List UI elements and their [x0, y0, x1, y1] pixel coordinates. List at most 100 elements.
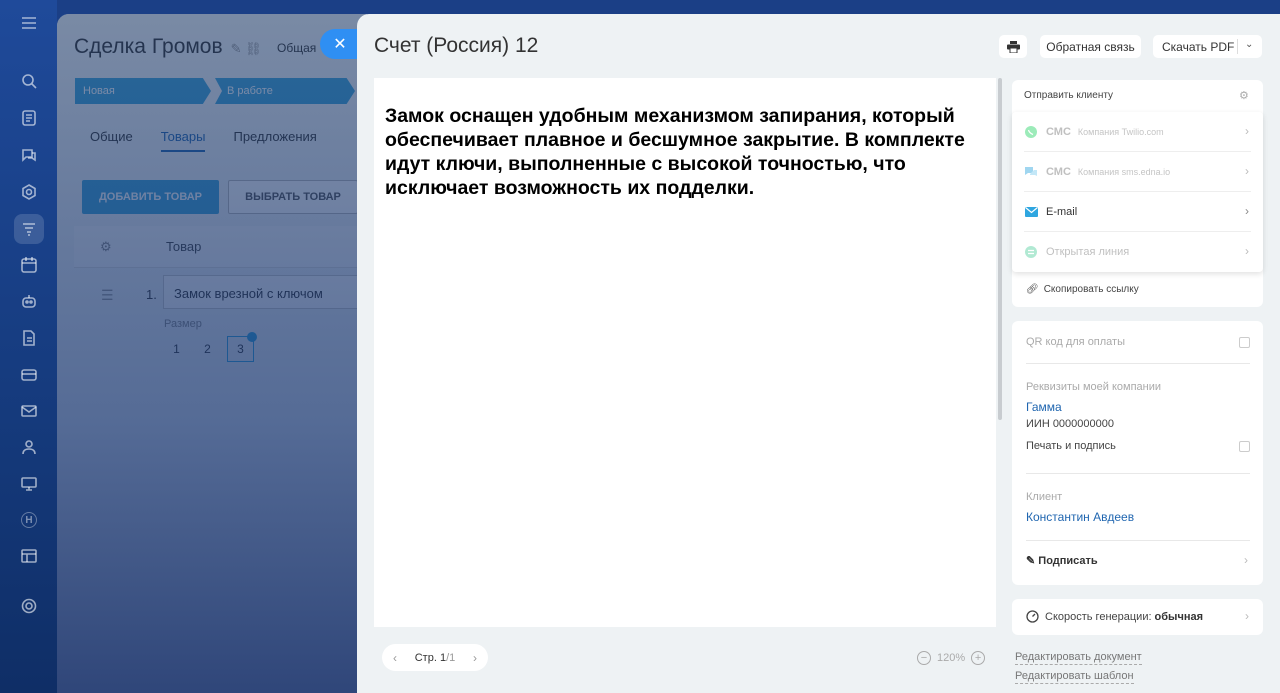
client-label: Клиент	[1026, 491, 1063, 503]
panel-title: Счет (Россия) 12	[374, 34, 539, 57]
settings-icon[interactable]	[14, 591, 44, 621]
generation-speed: Скорость генерации: обычная	[1026, 610, 1203, 623]
edit-document-link[interactable]: Редактировать документ	[1015, 651, 1142, 665]
chevron-right-icon: ›	[1245, 164, 1249, 178]
row-number: 1.	[146, 287, 157, 302]
scrollbar[interactable]	[998, 78, 1002, 420]
zoom-out-icon[interactable]: −	[917, 651, 931, 665]
drag-handle-icon[interactable]: ☰	[101, 287, 114, 304]
download-pdf-button[interactable]: Скачать PDF ⌄	[1153, 35, 1262, 58]
generation-speed-label: Скорость генерации:	[1045, 610, 1152, 623]
printer-icon	[1006, 40, 1020, 53]
company-inn: ИИН 0000000000	[1026, 418, 1114, 430]
sign-pen-icon: ✎	[1026, 555, 1036, 567]
mail-icon[interactable]	[14, 396, 44, 426]
print-sign-row[interactable]: Печать и подпись	[1026, 440, 1250, 452]
crm-icon[interactable]	[14, 66, 44, 96]
tasks-icon[interactable]	[14, 103, 44, 133]
divider	[1026, 473, 1250, 474]
table-icon[interactable]	[14, 541, 44, 571]
divider	[1026, 540, 1250, 541]
qr-code-row[interactable]: QR код для оплаты	[1026, 336, 1250, 348]
zoom-level: 120%	[937, 652, 966, 664]
qr-code-checkbox[interactable]	[1239, 337, 1250, 348]
close-panel-button[interactable]: ✕	[320, 29, 360, 59]
document-panel: Счет (Россия) 12 Обратная связь Скачать …	[357, 14, 1280, 693]
sign-label: Подписать	[1038, 555, 1098, 567]
left-rail: H	[0, 0, 57, 693]
size-label: Размер	[164, 318, 202, 330]
robot-icon[interactable]	[14, 286, 44, 316]
menu-icon[interactable]	[14, 8, 44, 38]
document-settings-card: QR код для оплаты Реквизиты моей компани…	[1012, 321, 1263, 585]
product-grid-header: ⚙ Товар	[74, 226, 367, 268]
add-product-button[interactable]: ДОБАВИТЬ ТОВАР	[82, 180, 219, 214]
send-item-open-line[interactable]: Открытая линия ›	[1024, 232, 1251, 272]
deal-tabs: Общие Товары Предложения	[90, 129, 345, 152]
product-name-input[interactable]: Замок врезной с ключом	[163, 275, 367, 309]
zoom-control: − 120% +	[917, 651, 986, 665]
company-requisites-label: Реквизиты моей компании	[1026, 381, 1162, 393]
chevron-right-icon: ›	[1245, 204, 1249, 218]
sms-chat-icon	[1024, 165, 1038, 179]
tab-offers[interactable]: Предложения	[233, 129, 316, 150]
close-icon: ✕	[333, 36, 347, 53]
monitor-icon[interactable]	[14, 469, 44, 499]
tab-general[interactable]: Общие	[90, 129, 133, 150]
page-indicator: Стр. 1/1	[414, 651, 456, 664]
column-product: Товар	[166, 239, 202, 254]
chevron-right-icon: ›	[1245, 609, 1249, 623]
pager: ‹ Стр. 1/1 ›	[382, 644, 488, 671]
funnel-icon[interactable]	[14, 214, 44, 244]
contacts-icon[interactable]	[14, 432, 44, 462]
client-name-link[interactable]: Константин Авдеев	[1026, 510, 1250, 524]
chevron-down-icon[interactable]: ⌄	[1245, 39, 1253, 50]
edit-pencil-icon[interactable]: ✎ ⛓	[231, 41, 262, 57]
zoom-in-icon[interactable]: +	[971, 651, 986, 665]
chat-icon[interactable]	[14, 140, 44, 170]
edit-template-link[interactable]: Редактировать шаблон	[1015, 670, 1134, 684]
stage-in-progress[interactable]: В работе	[215, 78, 355, 104]
divider	[1026, 363, 1250, 364]
send-item-email[interactable]: E-mail ›	[1024, 192, 1251, 232]
hexagon-icon[interactable]	[14, 177, 44, 207]
send-item-sms-twilio[interactable]: СМС Компания Twilio.com ›	[1024, 112, 1251, 152]
send-title: Отправить клиенту	[1024, 90, 1114, 101]
open-line-icon	[1024, 245, 1038, 259]
button-separator	[1237, 39, 1238, 54]
email-icon	[1024, 205, 1038, 219]
whatsapp-icon	[1024, 125, 1038, 139]
stage-new[interactable]: Новая	[75, 78, 211, 104]
document-icon[interactable]	[14, 323, 44, 353]
size-option-1[interactable]: 1	[163, 336, 190, 362]
size-option-2[interactable]: 2	[194, 336, 221, 362]
deal-category[interactable]: Общая	[277, 41, 316, 55]
print-sign-label: Печать и подпись	[1026, 440, 1116, 452]
link-icon: 🔗︎	[1026, 284, 1039, 295]
speedometer-icon	[1026, 610, 1039, 623]
print-sign-checkbox[interactable]	[1239, 441, 1250, 452]
next-page-icon[interactable]: ›	[462, 651, 488, 665]
company-name-link[interactable]: Гамма	[1026, 400, 1250, 414]
h-badge-icon[interactable]: H	[14, 505, 44, 535]
copy-link-button[interactable]: 🔗︎ Скопировать ссылку	[1026, 284, 1139, 295]
send-gear-icon[interactable]: ⚙	[1239, 89, 1249, 102]
generation-speed-value: обычная	[1154, 610, 1204, 623]
send-item-sms-edna[interactable]: СМС Компания sms.edna.io ›	[1024, 152, 1251, 192]
chevron-right-icon: ›	[1244, 553, 1248, 567]
send-channels-list: СМС Компания Twilio.com › СМС Компания s…	[1012, 112, 1263, 272]
calendar-icon[interactable]	[14, 250, 44, 280]
download-pdf-label: Скачать PDF	[1162, 39, 1235, 54]
select-product-button[interactable]: ВЫБРАТЬ ТОВАР	[228, 180, 358, 214]
sign-row[interactable]: ✎ Подписать ›	[1026, 553, 1250, 567]
print-button[interactable]	[999, 35, 1027, 58]
tab-products[interactable]: Товары	[160, 129, 206, 152]
card-icon[interactable]	[14, 360, 44, 390]
feedback-button[interactable]: Обратная связь	[1040, 35, 1141, 58]
document-preview: Замок оснащен удобным механизмом запиран…	[374, 78, 996, 627]
chevron-right-icon: ›	[1245, 244, 1249, 258]
generation-speed-card[interactable]: Скорость генерации: обычная ›	[1012, 599, 1263, 635]
grid-gear-icon[interactable]: ⚙	[100, 239, 112, 255]
selected-check-icon	[247, 332, 257, 342]
prev-page-icon[interactable]: ‹	[382, 651, 408, 665]
